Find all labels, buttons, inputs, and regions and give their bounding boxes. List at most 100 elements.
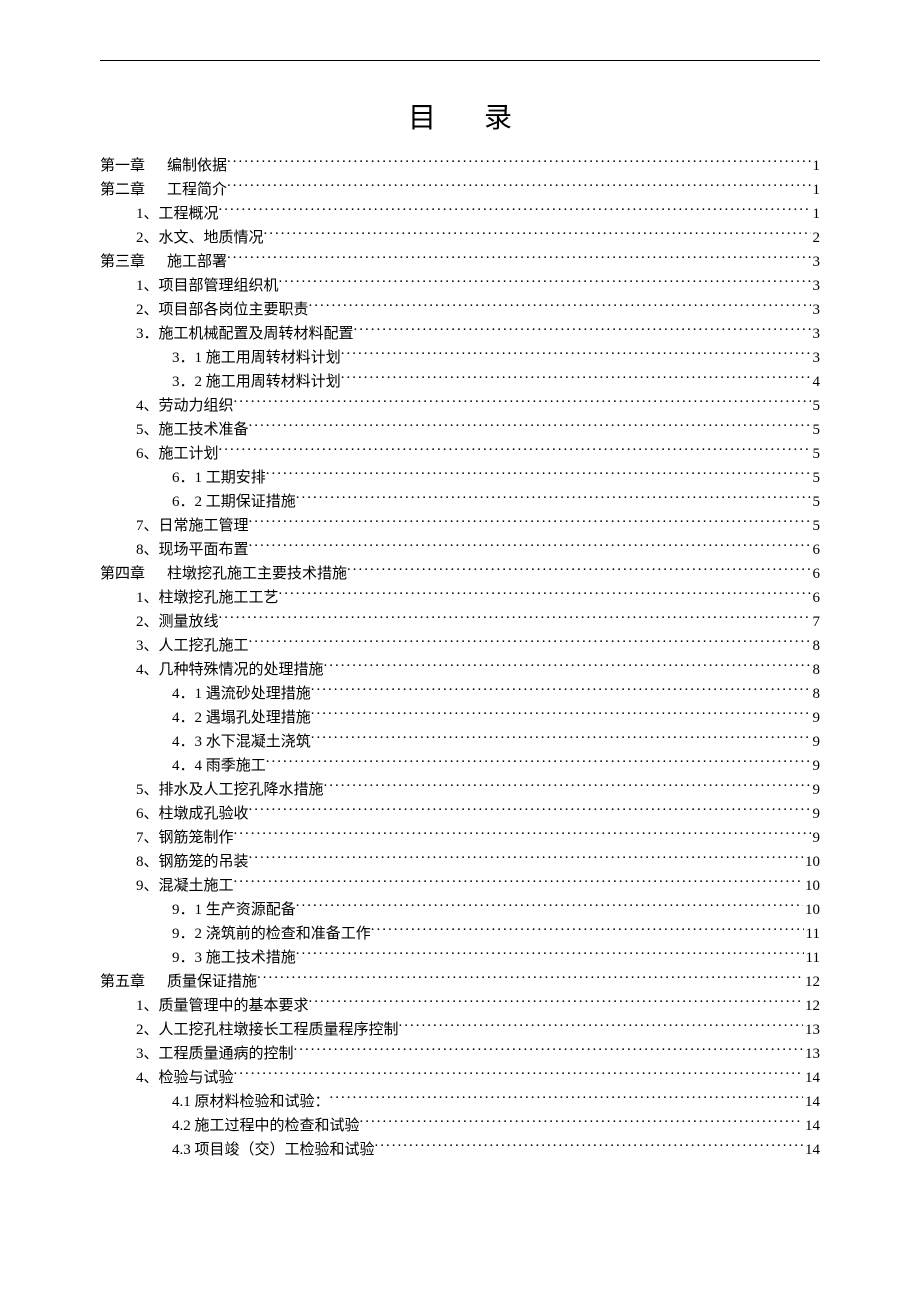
toc-leader-dots [360, 1115, 803, 1130]
toc-entry-page: 9 [811, 802, 821, 826]
toc-entry-page: 5 [811, 418, 821, 442]
toc-entry: 6、柱墩成孔验收 9 [100, 802, 820, 826]
toc-entry-page: 5 [811, 514, 821, 538]
toc-entry: 2、人工挖孔柱墩接长工程质量程序控制13 [100, 1018, 820, 1042]
toc-entry-page: 14 [803, 1066, 820, 1090]
toc-leader-dots [296, 491, 811, 506]
toc-entry: 1、项目部管理组织机3 [100, 274, 820, 298]
toc-entry-label: 3、人工挖孔施工 [136, 634, 249, 658]
toc-entry: 6．2 工期保证措施5 [100, 490, 820, 514]
toc-entry-page: 14 [803, 1114, 820, 1138]
toc-entry-text: 施工部署 [167, 254, 227, 270]
toc-leader-dots [371, 923, 804, 938]
toc-entry-label: 3、工程质量通病的控制 [136, 1042, 294, 1066]
toc-leader-dots [399, 1019, 803, 1034]
toc-entry-label: 1、质量管理中的基本要求 [136, 994, 309, 1018]
toc-entry-label: 9．3 施工技术措施 [172, 946, 296, 970]
toc-leader-dots [249, 539, 811, 554]
toc-entry: 9．3 施工技术措施11 [100, 946, 820, 970]
toc-entry-label: 4、检验与试验 [136, 1066, 234, 1090]
toc-entry-page: 5 [811, 394, 821, 418]
toc-entry-label: 6、施工计划 [136, 442, 219, 466]
toc-entry: 1、柱墩挖孔施工工艺 6 [100, 586, 820, 610]
toc-entry-page: 3 [811, 346, 821, 370]
toc-entry-page: 9 [811, 778, 821, 802]
toc-entry: 1、质量管理中的基本要求 12 [100, 994, 820, 1018]
toc-entry-label: 4．2 遇塌孔处理措施 [172, 706, 311, 730]
toc-leader-dots [309, 299, 811, 314]
toc-entry: 7、日常施工管理 5 [100, 514, 820, 538]
toc-leader-dots [279, 587, 811, 602]
toc-entry-page: 12 [803, 970, 820, 994]
toc-entry-page: 3 [811, 322, 821, 346]
toc-entry-page: 9 [811, 706, 821, 730]
toc-leader-dots [311, 707, 811, 722]
toc-entry-label: 6、柱墩成孔验收 [136, 802, 249, 826]
toc-entry-prefix: 第五章 [100, 974, 145, 990]
toc-entry: 9．1 生产资源配备 10 [100, 898, 820, 922]
toc-leader-dots [279, 275, 811, 290]
toc-entry-label: 3．1 施工用周转材料计划 [172, 346, 341, 370]
toc-entry-prefix: 第三章 [100, 254, 145, 270]
toc-entry: 第三章 施工部署 3 [100, 250, 820, 274]
toc-entry: 1、工程概况1 [100, 202, 820, 226]
toc-entry: 3．1 施工用周转材料计划 3 [100, 346, 820, 370]
toc-entry-page: 10 [803, 898, 820, 922]
toc-leader-dots [249, 419, 811, 434]
toc-entry-label: 第一章 编制依据 [100, 154, 227, 178]
toc-entry: 2、测量放线7 [100, 610, 820, 634]
toc-entry-page: 9 [811, 754, 821, 778]
page-title: 目录 [100, 96, 820, 136]
toc-entry-page: 3 [811, 250, 821, 274]
toc-entry: 4.1 原材料检验和试验：14 [100, 1090, 820, 1114]
toc-entry-label: 1、柱墩挖孔施工工艺 [136, 586, 279, 610]
toc-entry-label: 9．1 生产资源配备 [172, 898, 296, 922]
toc-leader-dots [219, 443, 811, 458]
toc-entry-label: 2、项目部各岗位主要职责 [136, 298, 309, 322]
toc-leader-dots [249, 803, 811, 818]
toc-entry-label: 第三章 施工部署 [100, 250, 227, 274]
toc-leader-dots [347, 563, 810, 578]
toc-leader-dots [219, 203, 811, 218]
toc-entry-prefix: 第一章 [100, 158, 145, 174]
toc-entry: 4．1 遇流砂处理措施8 [100, 682, 820, 706]
toc-entry-page: 1 [811, 154, 821, 178]
toc-entry-label: 5、排水及人工挖孔降水措施 [136, 778, 324, 802]
toc-entry: 2、水文、地质情况2 [100, 226, 820, 250]
toc-entry-page: 8 [811, 634, 821, 658]
toc-leader-dots [227, 155, 810, 170]
toc-leader-dots [266, 467, 811, 482]
toc-entry: 8、钢筋笼的吊装10 [100, 850, 820, 874]
toc-entry: 第二章工程简介1 [100, 178, 820, 202]
toc-entry-text: 编制依据 [167, 158, 227, 174]
toc-entry-page: 5 [811, 442, 821, 466]
toc-entry-label: 2、人工挖孔柱墩接长工程质量程序控制 [136, 1018, 399, 1042]
toc-entry: 4.2 施工过程中的检查和试验14 [100, 1114, 820, 1138]
toc-leader-dots [234, 395, 811, 410]
toc-entry-page: 6 [811, 586, 821, 610]
toc-entry-label: 9．2 浇筑前的检查和准备工作 [172, 922, 371, 946]
toc-leader-dots [341, 347, 811, 362]
toc-entry-page: 3 [811, 298, 821, 322]
toc-entry-label: 1、工程概况 [136, 202, 219, 226]
toc-entry-page: 9 [811, 730, 821, 754]
toc-entry: 4．2 遇塌孔处理措施 9 [100, 706, 820, 730]
toc-leader-dots [234, 827, 811, 842]
toc-entry-label: 7、日常施工管理 [136, 514, 249, 538]
toc-entry-label: 3．施工机械配置及周转材料配置 [136, 322, 354, 346]
toc-entry-page: 13 [803, 1042, 820, 1066]
toc-entry-label: 2、测量放线 [136, 610, 219, 634]
toc-entry-page: 12 [803, 994, 820, 1018]
toc-entry-text: 工程简介 [167, 182, 227, 198]
toc-entry-label: 4．4 雨季施工 [172, 754, 266, 778]
toc-leader-dots [354, 323, 811, 338]
toc-entry: 第四章柱墩挖孔施工主要技术措施6 [100, 562, 820, 586]
toc-entry-page: 8 [811, 658, 821, 682]
toc-entry-page: 2 [811, 226, 821, 250]
toc-entry-label: 第四章柱墩挖孔施工主要技术措施 [100, 562, 347, 586]
toc-entry: 5、排水及人工挖孔降水措施 9 [100, 778, 820, 802]
toc-leader-dots [324, 779, 811, 794]
toc-entry: 4、几种特殊情况的处理措施8 [100, 658, 820, 682]
toc-entry-page: 8 [811, 682, 821, 706]
toc-entry: 4、检验与试验 14 [100, 1066, 820, 1090]
